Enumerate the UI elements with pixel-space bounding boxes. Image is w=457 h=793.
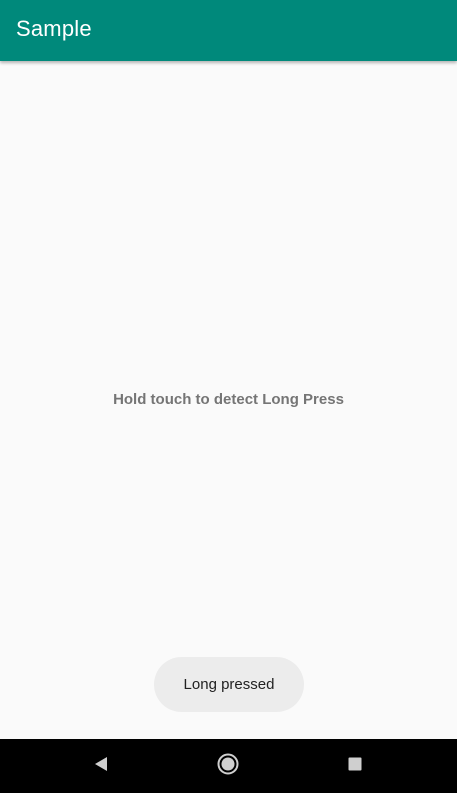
- nav-back-button[interactable]: [73, 739, 129, 793]
- nav-recents-button[interactable]: [327, 739, 383, 793]
- content-area[interactable]: Hold touch to detect Long Press: [0, 61, 457, 739]
- app-title: Sample: [16, 16, 92, 41]
- long-press-instruction[interactable]: Hold touch to detect Long Press: [0, 391, 457, 408]
- recents-icon: [347, 756, 363, 777]
- back-icon: [93, 755, 109, 778]
- toast-message: Long pressed: [183, 676, 275, 693]
- toast: Long pressed: [154, 657, 304, 712]
- home-icon: [216, 752, 240, 781]
- system-nav-bar: [0, 739, 457, 793]
- screen: Sample Hold touch to detect Long Press L…: [0, 0, 457, 793]
- app-bar: Sample: [0, 0, 457, 61]
- nav-home-button[interactable]: [200, 739, 256, 793]
